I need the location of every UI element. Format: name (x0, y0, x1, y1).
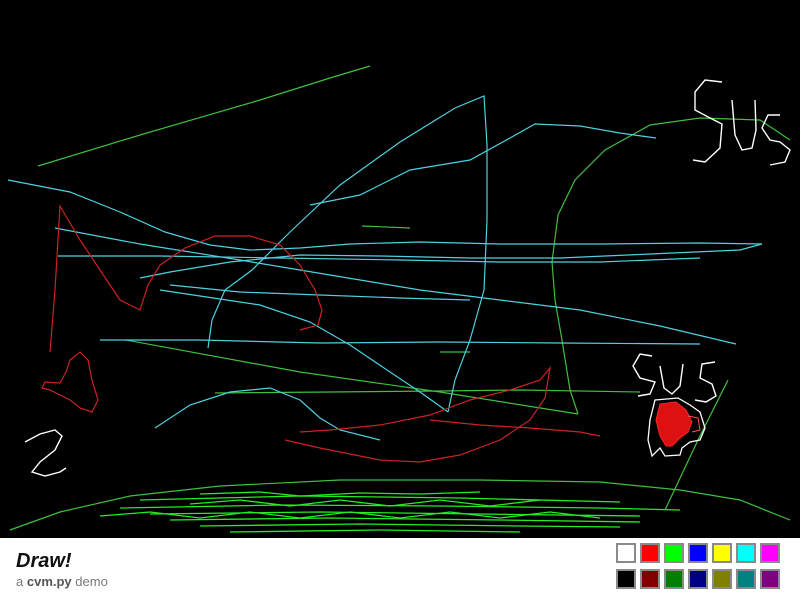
draw-app: Draw! a cvm.py demo (0, 0, 800, 600)
color-swatch[interactable] (688, 543, 708, 563)
color-palette (616, 543, 788, 595)
color-swatch[interactable] (640, 569, 660, 589)
color-swatch[interactable] (616, 569, 636, 589)
subtitle-library: cvm.py (26, 574, 72, 589)
app-title: Draw! (16, 550, 72, 572)
color-swatch[interactable] (736, 543, 756, 563)
stroke-cyan (58, 255, 701, 263)
drawing-canvas[interactable] (0, 0, 800, 538)
stroke-red (41, 351, 99, 413)
handwriting-sus-large (692, 79, 791, 166)
stroke-red (49, 203, 323, 353)
amogus-figure (647, 397, 706, 458)
stroke-green (361, 225, 411, 229)
subtitle-suffix: demo (75, 574, 108, 589)
app-subtitle: a cvm.py demo (16, 574, 108, 589)
stroke-cyan (100, 339, 701, 345)
color-swatch[interactable] (712, 543, 732, 563)
stroke-red (284, 365, 551, 463)
color-swatch[interactable] (688, 569, 708, 589)
stroke-green (551, 117, 791, 415)
color-swatch[interactable] (640, 543, 660, 563)
handwriting-2 (24, 429, 67, 477)
stroke-green (664, 379, 729, 511)
stroke-green (37, 65, 371, 167)
stroke-green (125, 339, 579, 415)
green-scribble-mass (99, 491, 681, 533)
color-swatch[interactable] (664, 569, 684, 589)
stroke-cyan (159, 289, 449, 413)
stroke-cyan (54, 227, 737, 345)
subtitle-prefix: a (16, 574, 24, 589)
color-swatch[interactable] (760, 543, 780, 563)
stroke-cyan (309, 123, 657, 206)
color-swatch[interactable] (712, 569, 732, 589)
stroke-red (429, 419, 601, 437)
color-swatch[interactable] (616, 543, 636, 563)
stroke-cyan (7, 179, 763, 279)
color-swatch[interactable] (664, 543, 684, 563)
handwriting-sus-small (632, 353, 717, 403)
bottom-bar: Draw! a cvm.py demo (0, 538, 800, 600)
color-swatch[interactable] (736, 569, 756, 589)
stroke-cyan (154, 387, 381, 441)
color-swatch[interactable] (760, 569, 780, 589)
stroke-cyan (207, 95, 488, 413)
